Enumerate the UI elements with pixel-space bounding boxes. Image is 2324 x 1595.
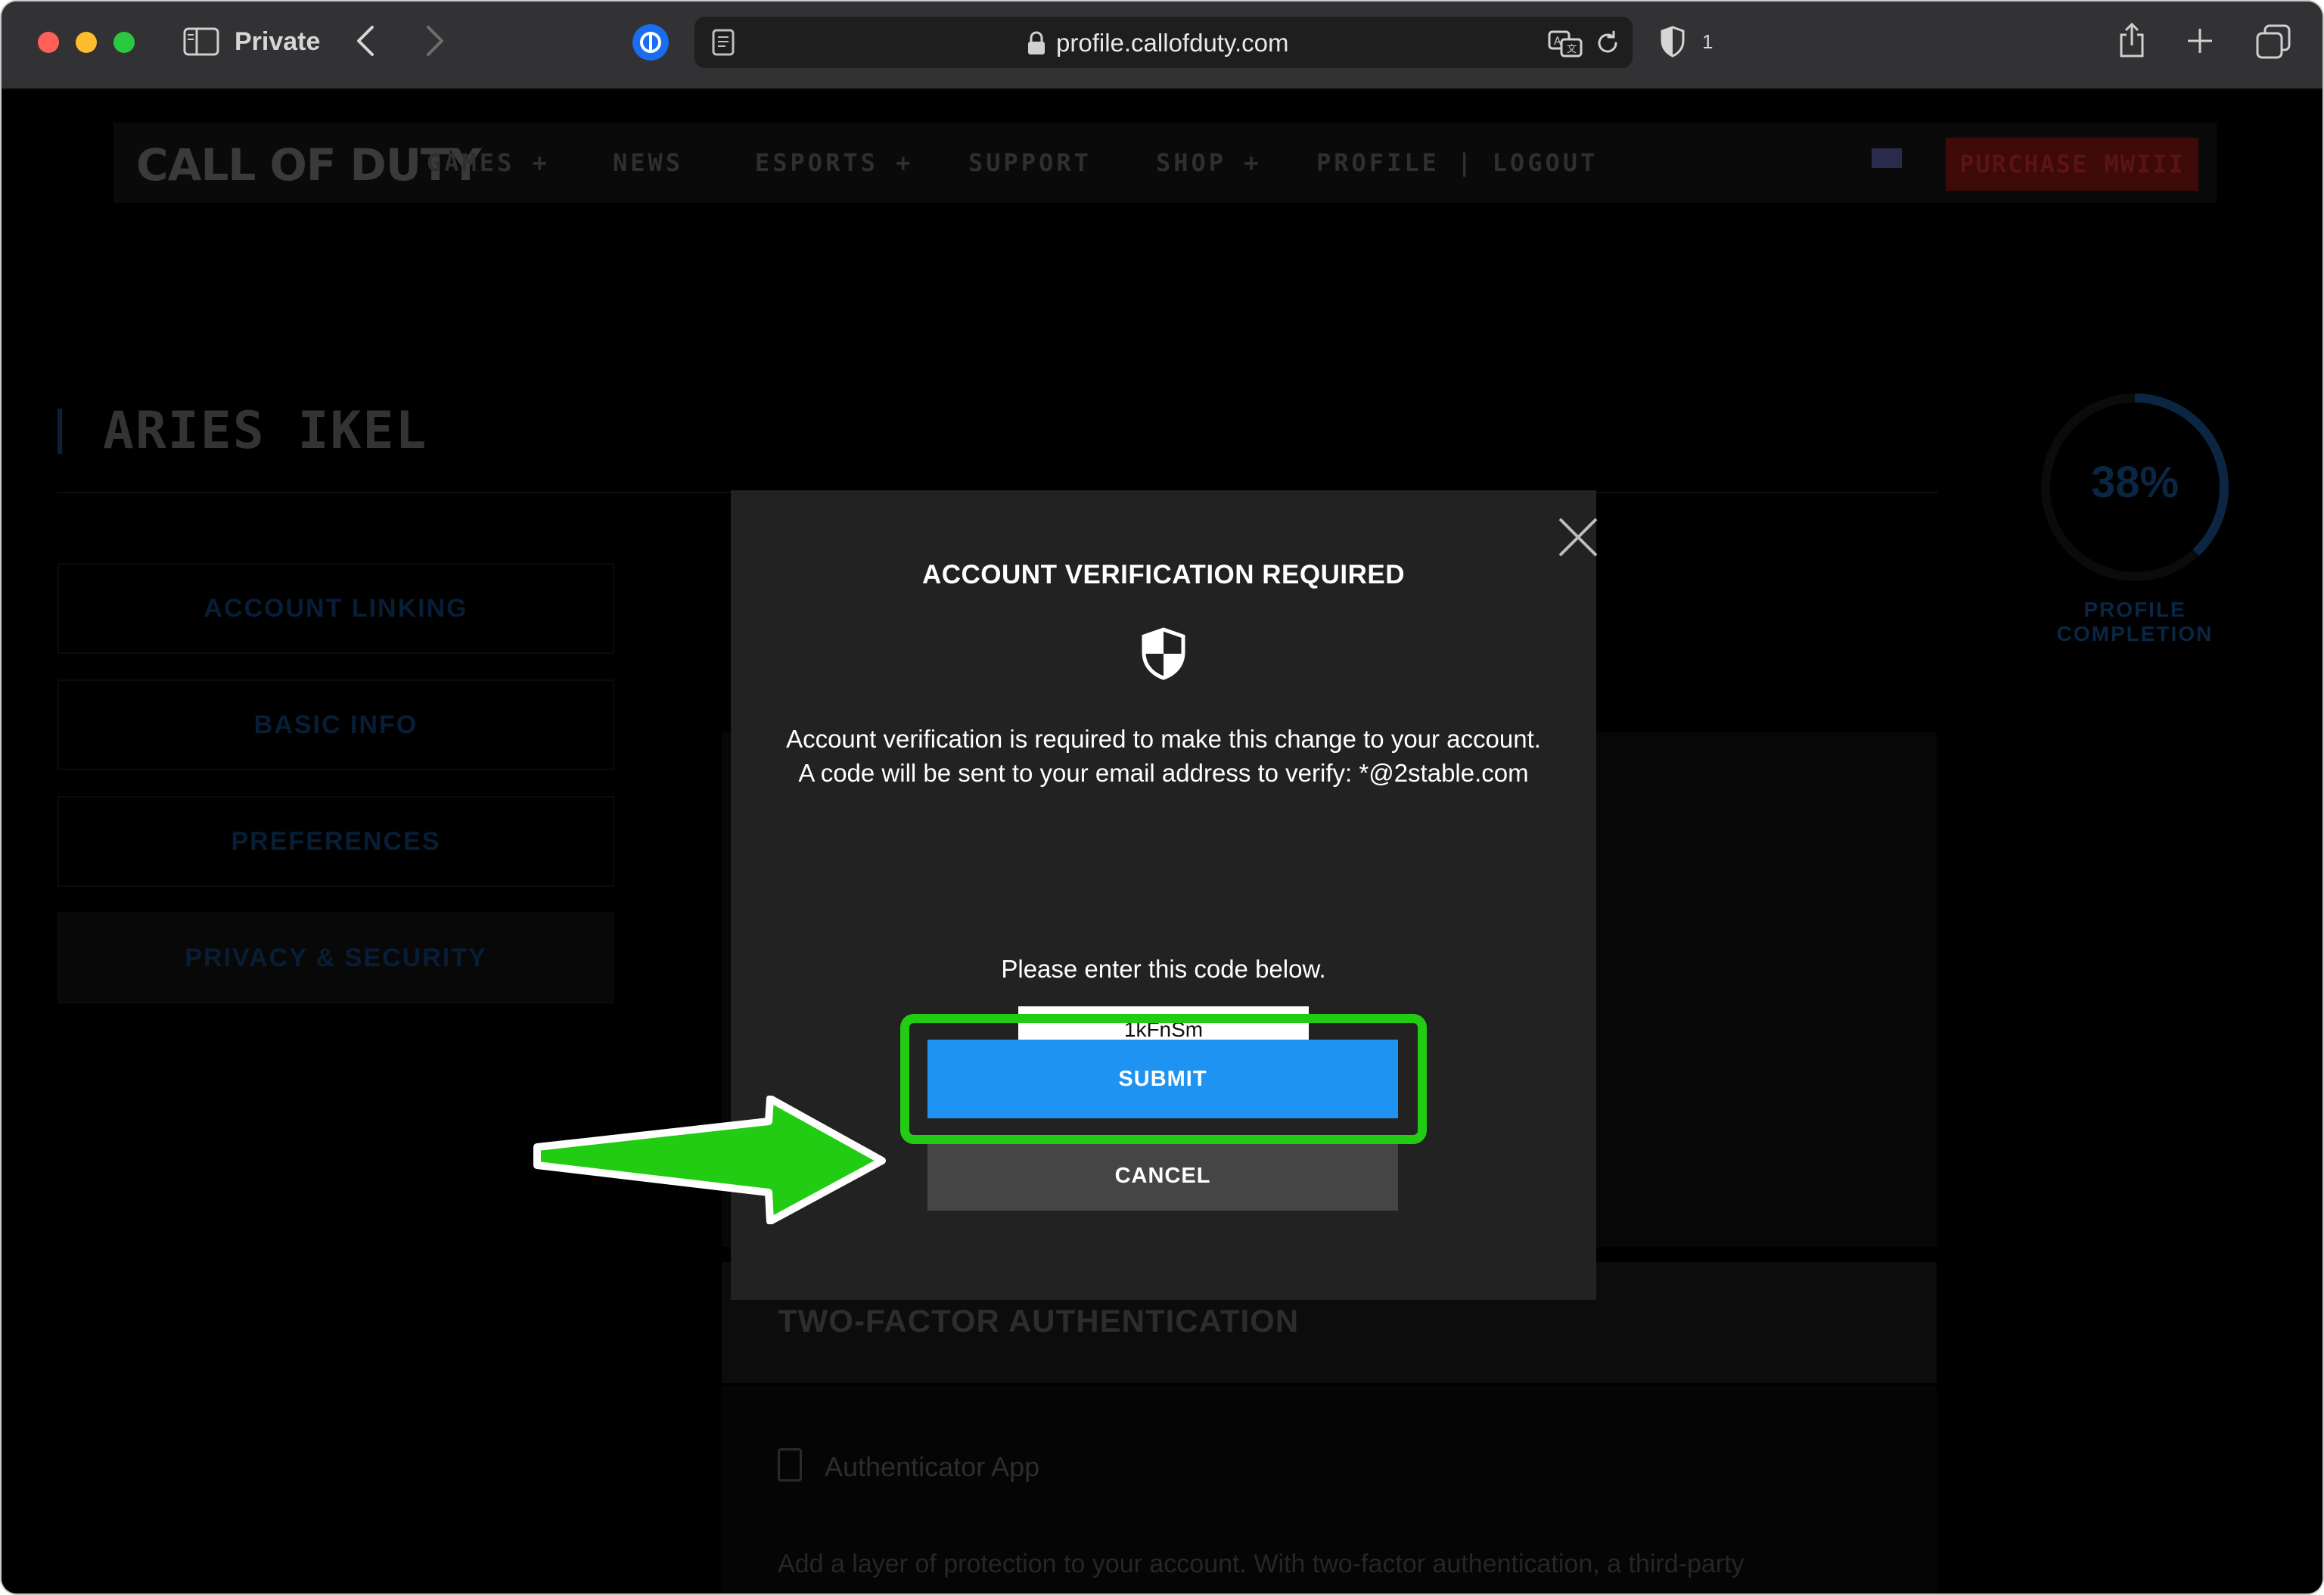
profile-completion-percent: 38% [2090,458,2180,507]
cancel-button[interactable]: CANCEL [927,1141,1398,1211]
close-icon[interactable] [1555,515,1601,560]
modal-message: Account verification is required to make… [786,725,1541,787]
tab-overview-icon[interactable] [2256,24,2291,59]
page-content: CALL OF DUTY GAMES + NEWS ESPORTS + SUPP… [2,91,2322,1593]
region-flag-icon[interactable] [1872,148,1902,168]
svg-text:文: 文 [1567,44,1577,55]
password-manager-icon[interactable] [632,24,669,61]
zoom-window-button[interactable] [113,32,135,53]
nav-games[interactable]: GAMES + [427,148,550,177]
nav-news[interactable]: NEWS [613,148,683,177]
tab-basic-info[interactable]: BASIC INFO [57,679,614,770]
forward-icon[interactable] [419,21,449,61]
nav-shop[interactable]: SHOP + [1156,148,1262,177]
site-nav: CALL OF DUTY GAMES + NEWS ESPORTS + SUPP… [113,123,2217,203]
share-icon[interactable] [2117,21,2147,59]
tab-preferences[interactable]: PREFERENCES [57,796,614,887]
nav-esports[interactable]: ESPORTS + [755,148,913,177]
submit-highlight [900,1014,1427,1144]
profile-name: ARIES IKEL [103,401,428,461]
private-label: Private [235,27,321,56]
modal-title: ACCOUNT VERIFICATION REQUIRED [921,560,1406,589]
two-factor-title: TWO-FACTOR AUTHENTICATION [778,1303,1300,1338]
close-window-button[interactable] [38,32,59,53]
nav-profile-logout[interactable]: PROFILE | LOGOUT [1316,148,1598,177]
browser-window: Private profile.callofduty.com A 文 1 CAL… [2,2,2322,1593]
lock-icon [1028,31,1045,54]
privacy-shield-count: 1 [1702,30,1713,53]
reload-icon[interactable] [1595,30,1620,56]
tab-account-linking[interactable]: ACCOUNT LINKING [57,563,614,654]
shield-icon [1142,627,1185,680]
phone-icon [778,1448,802,1482]
translate-icon[interactable]: A 文 [1548,29,1583,58]
tab-privacy-security[interactable]: PRIVACY & SECURITY [57,913,614,1003]
authenticator-app-label: Authenticator App [825,1451,1040,1482]
reader-icon[interactable] [711,29,735,56]
nav-support[interactable]: SUPPORT [968,148,1092,177]
minimize-window-button[interactable] [76,32,97,53]
url-text: profile.callofduty.com [1056,29,1289,57]
purchase-button[interactable]: PURCHASE MWIII [1946,138,2198,191]
two-factor-description: Add a layer of protection to your accoun… [778,1550,1745,1578]
name-accent-bar [57,409,62,454]
browser-toolbar: Private profile.callofduty.com A 文 1 [2,2,2322,89]
svg-text:A: A [1554,36,1561,48]
back-icon[interactable] [351,21,381,61]
address-bar[interactable]: profile.callofduty.com A 文 [694,17,1633,68]
pointer-arrow-icon [533,1096,886,1224]
new-tab-icon[interactable] [2185,26,2215,56]
profile-completion-label: PROFILE COMPLETION [2056,598,2214,645]
modal-prompt: Please enter this code below. [1001,955,1326,983]
sidebar-icon[interactable] [183,27,219,56]
privacy-shield-icon[interactable] [1660,26,1686,58]
